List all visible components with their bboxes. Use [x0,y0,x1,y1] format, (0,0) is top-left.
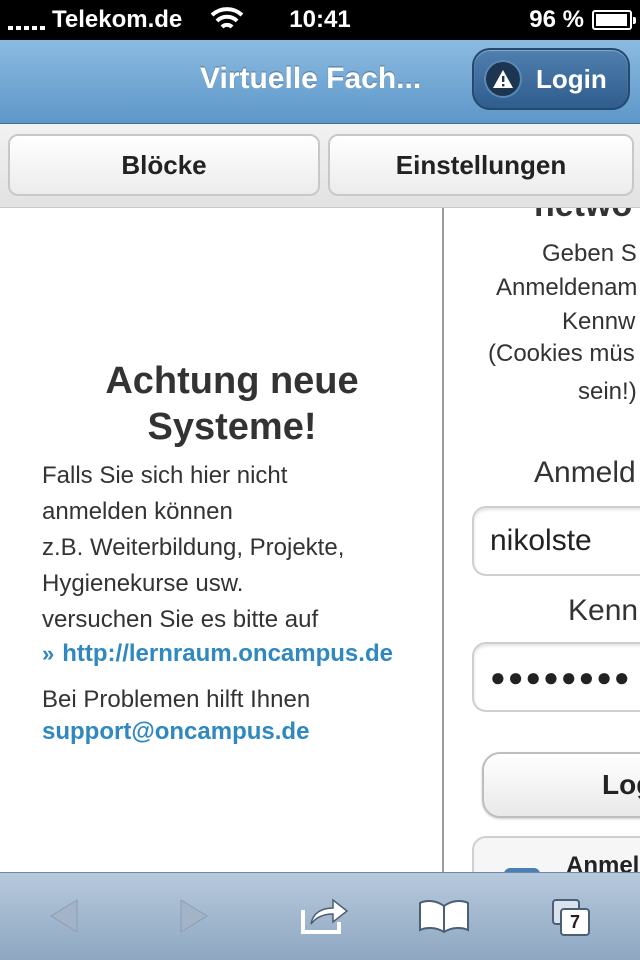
login-instruction-line: Kennw [562,308,636,335]
notice-line: anmelden können [42,498,233,525]
support-email-link[interactable]: support@oncampus.de [42,716,422,748]
back-button[interactable] [44,893,84,939]
bookmarks-icon [419,900,469,934]
app-header: Virtuelle Fach... Login [0,40,640,124]
notice-block: Achtung neue Systeme! Falls Sie sich hie… [42,358,422,748]
tab-bloecke[interactable]: Blöcke [8,134,320,196]
notice-line: versuchen Sie es bitte auf [42,606,319,633]
back-arrow-icon [50,899,78,933]
bookmarks-button[interactable] [418,893,470,939]
tab-bar: Blöcke Einstellungen [0,124,640,208]
support-block: Bei Problemen hilft Ihnen support@oncamp… [42,684,422,748]
lernraum-link[interactable]: » http://lernraum.oncampus.de [42,640,422,668]
login-heading: netwo [534,208,632,225]
notice-text: Falls Sie sich hier nicht anmelden könne… [42,458,422,638]
status-bar: Telekom.de 10:41 96 % [0,0,640,40]
notice-line: Hygienekurse usw. [42,570,244,597]
login-instruction-line: (Cookies müs [488,340,635,367]
username-label: Anmeld [534,456,636,489]
link-arrow: » [42,641,55,666]
support-text: Bei Problemen hilft Ihnen [42,686,311,713]
forward-button[interactable] [174,893,214,939]
notice-heading: Achtung neue Systeme! [105,360,359,448]
password-field[interactable]: ●●●●●●●● [472,642,640,712]
login-instruction-line: Geben S [542,240,637,267]
login-instruction-line: Anmeldenam [496,274,638,301]
share-button[interactable] [298,893,350,939]
password-label: Kenn [568,594,639,627]
tab-einstellungen[interactable]: Einstellungen [328,134,634,196]
notice-line: Falls Sie sich hier nicht [42,462,288,489]
login-label: Login [536,63,607,94]
browser-toolbar [0,872,640,960]
username-field[interactable]: nikolste [472,506,640,576]
remember-label: Anmel [566,852,640,872]
main-content: Achtung neue Systeme! Falls Sie sich hie… [0,208,640,872]
warning-icon [486,62,520,96]
tab-count-badge: 7 [560,908,590,936]
remember-username-box: Anmel [472,836,640,872]
page-title: Virtuelle Fach... [200,62,422,95]
login-submit-button[interactable]: Log [482,752,640,818]
login-button[interactable]: Login [472,48,630,110]
notice-line: z.B. Weiterbildung, Projekte, [42,534,345,561]
login-panel: netwo Geben S Anmeldenam Kennw (Cookies … [444,208,640,872]
forward-arrow-icon [180,899,208,933]
battery-percent: 96 % [529,6,584,33]
share-icon [301,898,349,934]
link-url: http://lernraum.oncampus.de [62,640,393,667]
battery-icon [592,10,636,30]
login-instruction-line: sein!) [578,378,637,405]
